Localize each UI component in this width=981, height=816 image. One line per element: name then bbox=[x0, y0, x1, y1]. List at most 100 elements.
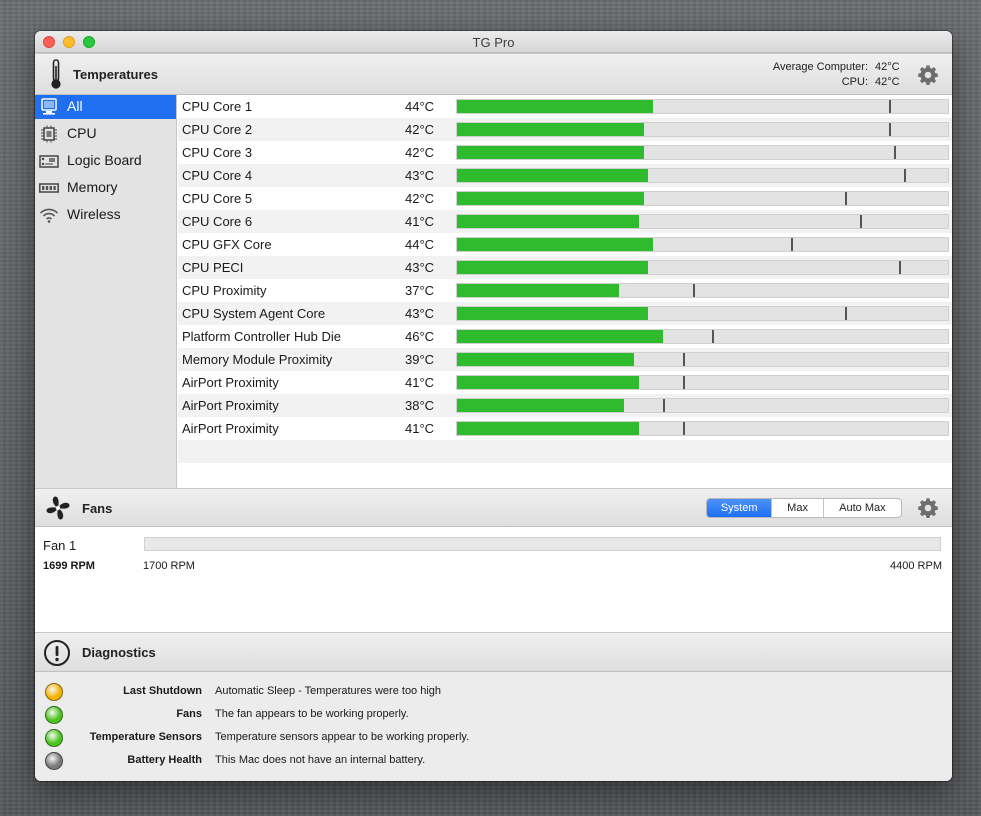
sidebar-item-memory[interactable]: Memory bbox=[35, 176, 176, 200]
sensor-name: AirPort Proximity bbox=[182, 398, 279, 413]
fans-header: Fans System Max Auto Max bbox=[35, 488, 952, 527]
fan-1-name: Fan 1 bbox=[43, 538, 77, 553]
sensor-row[interactable]: AirPort Proximity 41°C bbox=[178, 371, 952, 394]
average-cpu-value: 42°C bbox=[875, 76, 900, 88]
diagnostic-value: Automatic Sleep - Temperatures were too … bbox=[215, 685, 442, 697]
sensor-temperature-bar bbox=[456, 191, 949, 206]
sensor-max-marker bbox=[904, 169, 906, 182]
sidebar-item-label: Memory bbox=[67, 179, 118, 195]
diagnostic-row-fans: Fans The fan appears to be working prope… bbox=[35, 704, 952, 727]
sidebar-item-cpu[interactable]: CPU bbox=[35, 122, 176, 146]
sensor-name: CPU Core 3 bbox=[182, 145, 253, 160]
sensor-max-marker bbox=[845, 307, 847, 320]
sidebar-item-label: All bbox=[67, 98, 83, 114]
diagnostics-title: Diagnostics bbox=[82, 645, 156, 660]
sensor-max-marker bbox=[712, 330, 714, 343]
thermometer-icon bbox=[51, 59, 61, 89]
memory-icon bbox=[39, 183, 59, 193]
sensor-temperature: 46°C bbox=[405, 329, 435, 344]
temperature-settings-gear-icon[interactable] bbox=[917, 64, 939, 86]
diagnostics-panel: Last Shutdown Automatic Sleep - Temperat… bbox=[35, 672, 952, 781]
fan-1-current-rpm: 1699 RPM bbox=[43, 560, 95, 572]
computer-icon bbox=[41, 98, 57, 115]
sensor-row[interactable]: CPU GFX Core 44°C bbox=[178, 233, 952, 256]
sidebar-item-wireless[interactable]: Wireless bbox=[35, 203, 176, 227]
sensor-temperature-bar bbox=[456, 329, 949, 344]
sidebar-item-all[interactable]: All bbox=[35, 95, 176, 119]
sensor-row[interactable]: CPU Core 1 44°C bbox=[178, 95, 952, 118]
diagnostic-value: The fan appears to be working properly. bbox=[215, 708, 409, 720]
sensor-temperature-fill bbox=[457, 100, 653, 113]
sensor-row[interactable]: CPU PECI 43°C bbox=[178, 256, 952, 279]
sensor-max-marker bbox=[894, 146, 896, 159]
sensor-temperature-bar bbox=[456, 168, 949, 183]
sensor-max-marker bbox=[899, 261, 901, 274]
ok-status-icon bbox=[45, 729, 63, 747]
sensor-row[interactable]: CPU Core 3 42°C bbox=[178, 141, 952, 164]
sensor-max-marker bbox=[845, 192, 847, 205]
sensor-row[interactable]: CPU System Agent Core 43°C bbox=[178, 302, 952, 325]
fan-1-max-rpm: 4400 RPM bbox=[890, 560, 942, 572]
sensor-row[interactable]: Platform Controller Hub Die 46°C bbox=[178, 325, 952, 348]
sensor-row[interactable]: CPU Proximity 37°C bbox=[178, 279, 952, 302]
sensor-row[interactable]: Memory Module Proximity 39°C bbox=[178, 348, 952, 371]
sensor-row[interactable]: CPU Core 2 42°C bbox=[178, 118, 952, 141]
sensor-row[interactable]: CPU Core 4 43°C bbox=[178, 164, 952, 187]
fan-mode-system-button[interactable]: System bbox=[707, 499, 773, 517]
temperature-sensor-table: CPU Core 1 44°C CPU Core 2 42°C CPU Core 3 42… bbox=[178, 95, 952, 488]
sensor-row[interactable]: AirPort Proximity 41°C bbox=[178, 417, 952, 440]
sensor-temperature-bar bbox=[456, 398, 949, 413]
sensor-temperature-fill bbox=[457, 261, 648, 274]
fan-1-speed-bar bbox=[144, 537, 941, 551]
sensor-temperature-bar bbox=[456, 237, 949, 252]
neutral-status-icon bbox=[45, 752, 63, 770]
fan-settings-gear-icon[interactable] bbox=[917, 497, 939, 519]
sensor-temperature: 42°C bbox=[405, 145, 435, 160]
sensor-temperature-bar bbox=[456, 375, 949, 390]
sensor-max-marker bbox=[683, 376, 685, 389]
sensor-row[interactable]: AirPort Proximity 38°C bbox=[178, 394, 952, 417]
diagnostic-label: Fans bbox=[176, 708, 202, 720]
sensor-temperature-fill bbox=[457, 376, 639, 389]
diagnostic-row-battery-health: Battery Health This Mac does not have an… bbox=[35, 750, 952, 773]
diagnostic-label: Last Shutdown bbox=[123, 685, 202, 697]
average-computer-label: Average Computer: bbox=[772, 61, 868, 73]
sensor-name: CPU Core 5 bbox=[182, 191, 253, 206]
sensor-temperature: 41°C bbox=[405, 375, 435, 390]
temperatures-header: Temperatures Average Computer: 42°C CPU:… bbox=[35, 53, 952, 95]
sensor-temperature-bar bbox=[456, 283, 949, 298]
sensor-row[interactable]: CPU Core 5 42°C bbox=[178, 187, 952, 210]
sensor-temperature-fill bbox=[457, 399, 624, 412]
ok-status-icon bbox=[45, 706, 63, 724]
sensor-temperature-bar bbox=[456, 421, 949, 436]
fans-panel: Fan 1 1699 RPM 1700 RPM 4400 RPM bbox=[35, 527, 952, 632]
sensor-temperature-fill bbox=[457, 169, 648, 182]
sensor-temperature-fill bbox=[457, 422, 639, 435]
sidebar-item-label: Logic Board bbox=[67, 152, 142, 168]
fan-mode-max-button[interactable]: Max bbox=[772, 499, 824, 517]
sensor-name: CPU System Agent Core bbox=[182, 306, 326, 321]
sensor-temperature-bar bbox=[456, 122, 949, 137]
sidebar-item-label: Wireless bbox=[67, 206, 121, 222]
fan-mode-auto-max-button[interactable]: Auto Max bbox=[824, 499, 901, 517]
diagnostic-label: Battery Health bbox=[127, 754, 202, 766]
fan-1-min-rpm: 1700 RPM bbox=[143, 560, 195, 572]
sensor-temperature-bar bbox=[456, 260, 949, 275]
sensor-temperature-bar bbox=[456, 214, 949, 229]
sensor-temperature: 39°C bbox=[405, 352, 435, 367]
sensor-temperature-fill bbox=[457, 307, 648, 320]
diagnostic-label: Temperature Sensors bbox=[89, 731, 202, 743]
diagnostics-header: Diagnostics bbox=[35, 632, 952, 672]
sensor-temperature: 43°C bbox=[405, 260, 435, 275]
sidebar-item-logic-board[interactable]: Logic Board bbox=[35, 149, 176, 173]
sensor-max-marker bbox=[683, 422, 685, 435]
sensor-temperature-bar bbox=[456, 145, 949, 160]
sensor-temperature-fill bbox=[457, 192, 644, 205]
chip-icon bbox=[41, 125, 57, 143]
average-computer-value: 42°C bbox=[875, 61, 900, 73]
sensor-temperature-fill bbox=[457, 353, 634, 366]
sensor-name: AirPort Proximity bbox=[182, 421, 279, 436]
sensor-name: Platform Controller Hub Die bbox=[182, 329, 341, 344]
fan-icon bbox=[46, 496, 70, 520]
sensor-row[interactable]: CPU Core 6 41°C bbox=[178, 210, 952, 233]
